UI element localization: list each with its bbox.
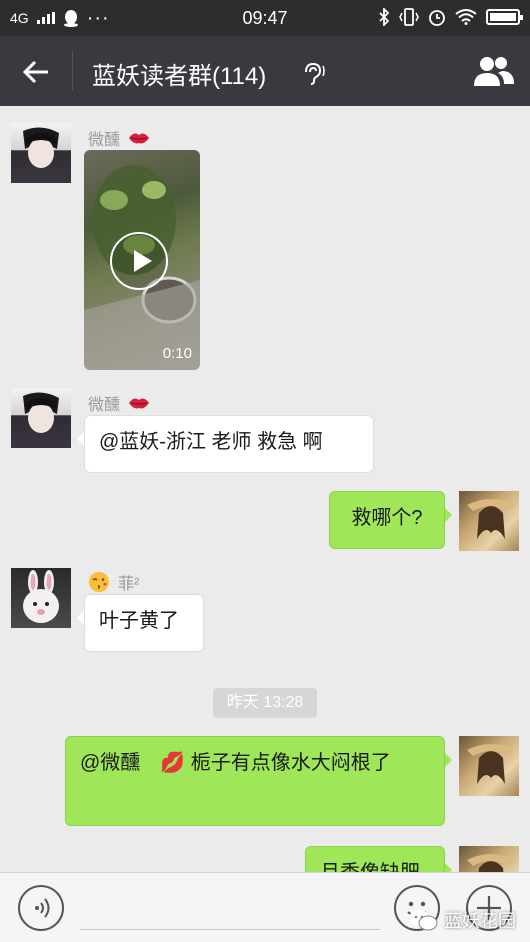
wifi-icon (455, 9, 477, 25)
time-divider: 昨天 13:28 (213, 688, 317, 718)
video-duration: 0:10 (162, 345, 192, 362)
voice-input-button[interactable] (18, 885, 64, 931)
sender-name: 菲² (88, 570, 139, 594)
battery-icon (486, 9, 523, 25)
message-bubble-self[interactable]: 救哪个? (329, 491, 452, 549)
message-bubble[interactable]: 叶子黄了 (77, 594, 204, 652)
vibrate-icon (399, 8, 419, 26)
group-title: 蓝妖读者群(114) (92, 63, 267, 90)
play-icon[interactable] (110, 232, 168, 290)
video-message[interactable]: 0:10 (84, 150, 200, 370)
message-bubble-self[interactable]: 月季像缺肥 (305, 846, 452, 872)
chat-header: 蓝妖读者群(114) (0, 36, 530, 106)
avatar-self[interactable] (459, 846, 519, 872)
avatar-fei[interactable] (11, 568, 71, 628)
group-members-icon[interactable] (472, 54, 516, 88)
alarm-icon (429, 10, 445, 26)
avatar-self[interactable] (459, 491, 519, 551)
message-list[interactable]: 微醺 0:10 微醺 @蓝妖-浙江 老师 救急 啊 救哪个? 菲² 叶子黄了 昨… (0, 106, 530, 872)
status-bar: 4G ··· 09:47 (0, 0, 530, 36)
avatar-weixun[interactable] (11, 123, 71, 183)
message-bubble-self[interactable]: @微醺 💋 栀子有点像水大闷根了 (65, 736, 452, 826)
message-input[interactable] (80, 929, 380, 930)
lips-icon (129, 133, 150, 144)
voice-icon (35, 898, 50, 918)
avatar-self[interactable] (459, 736, 519, 796)
sender-name: 微醺 (88, 391, 150, 415)
kissing-face-icon (89, 572, 109, 592)
back-arrow-icon[interactable] (20, 56, 52, 88)
input-bar: 蓝妖花园 (0, 872, 530, 942)
header-divider (72, 52, 73, 90)
sender-name: 微醺 (88, 126, 150, 150)
bluetooth-icon (379, 8, 390, 26)
avatar-weixun[interactable] (11, 388, 71, 448)
watermark: 蓝妖花园 (408, 907, 516, 933)
message-bubble[interactable]: @蓝妖-浙江 老师 救急 啊 (77, 415, 374, 473)
wechat-logo-icon (409, 910, 438, 931)
lips-icon (129, 398, 150, 409)
earpiece-mode-icon (305, 62, 325, 85)
